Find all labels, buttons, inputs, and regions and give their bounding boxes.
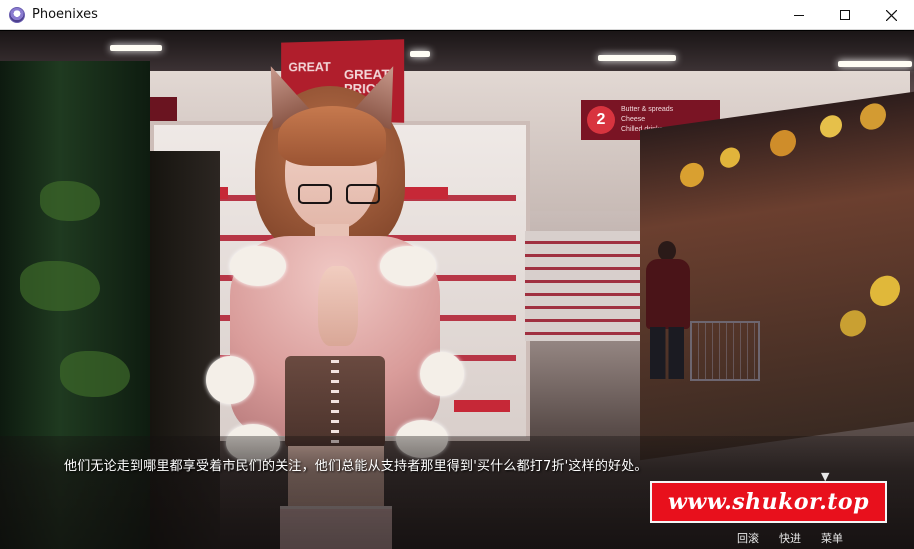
produce-item xyxy=(840,308,866,339)
rollback-button[interactable]: 回滚 xyxy=(737,530,759,546)
shopper-body xyxy=(646,259,690,329)
sign-text: Cheese xyxy=(621,116,646,123)
ceiling-light xyxy=(110,45,162,51)
produce-item xyxy=(860,101,886,132)
fur-trim xyxy=(420,352,464,396)
minimize-icon xyxy=(794,14,804,16)
produce-item xyxy=(60,351,130,397)
character-glasses xyxy=(298,184,386,206)
ceiling-light xyxy=(838,61,912,67)
fur-trim xyxy=(230,246,286,286)
aisle-number: 2 xyxy=(587,106,615,134)
glasses-lens-right xyxy=(346,184,380,204)
background-shelf xyxy=(525,231,640,341)
produce-item xyxy=(820,113,842,139)
window-title-bar: Phoenixes xyxy=(0,0,914,30)
close-icon xyxy=(885,9,897,21)
background-shopper xyxy=(640,241,694,381)
produce-item xyxy=(770,128,796,158)
produce-item xyxy=(20,261,100,311)
produce-item xyxy=(680,161,704,189)
produce-item xyxy=(720,146,740,170)
sign-text: Butter & spreads xyxy=(621,106,674,113)
fur-trim xyxy=(380,246,436,286)
game-viewport[interactable]: h milk h cream rts & dess GREAT GREAT PR… xyxy=(0,31,914,549)
shopper-legs xyxy=(650,327,684,379)
corset-lace xyxy=(331,360,339,444)
window-title: Phoenixes xyxy=(32,7,98,22)
character-corset xyxy=(285,356,385,448)
quick-menu: 回滚 快进 菜单 xyxy=(737,530,843,546)
ceiling-light xyxy=(598,55,676,61)
glasses-lens-left xyxy=(298,184,332,204)
watermark-banner: www.shukor.top xyxy=(650,481,887,523)
character-bangs xyxy=(278,106,386,166)
menu-button[interactable]: 菜单 xyxy=(821,530,843,546)
skip-button[interactable]: 快进 xyxy=(779,530,801,546)
window-controls xyxy=(776,0,914,30)
produce-item xyxy=(40,181,100,221)
close-button[interactable] xyxy=(868,0,914,30)
produce-item xyxy=(870,273,900,308)
maximize-icon xyxy=(840,10,850,20)
dialogue-text: 他们无论走到哪里都享受着市民们的关注，他们总能从支持者那里得到'买什么都打7折'… xyxy=(64,459,648,474)
maximize-button[interactable] xyxy=(822,0,868,30)
minimize-button[interactable] xyxy=(776,0,822,30)
fur-trim xyxy=(206,356,254,404)
shopper-head xyxy=(658,241,676,261)
character-hands xyxy=(318,266,358,346)
watermark-text: www.shukor.top xyxy=(667,489,869,515)
app-icon xyxy=(9,6,25,23)
shopping-cart xyxy=(690,321,760,381)
